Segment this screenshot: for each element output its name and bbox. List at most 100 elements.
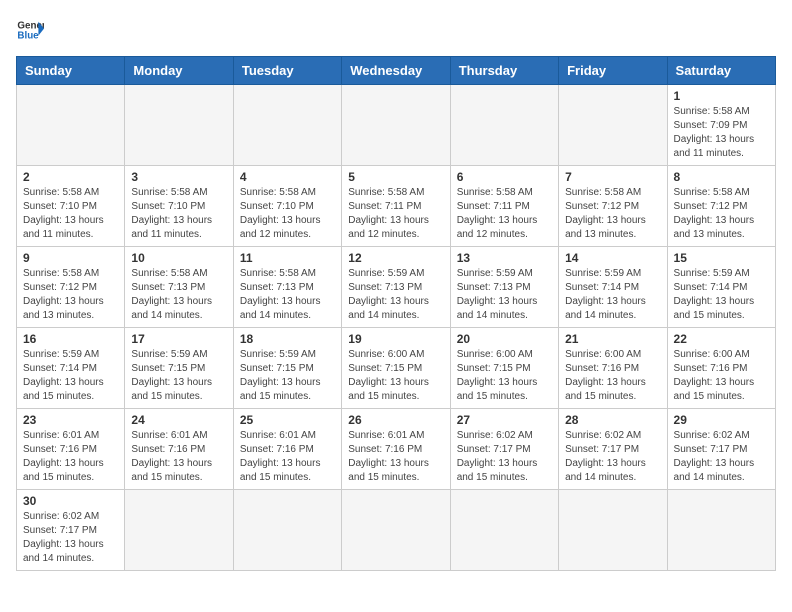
svg-text:Blue: Blue [17,30,39,41]
day-info: Sunrise: 5:58 AM Sunset: 7:12 PM Dayligh… [565,186,660,242]
weekday-header-friday: Friday [559,57,667,85]
day-info: Sunrise: 5:59 AM Sunset: 7:13 PM Dayligh… [457,267,552,323]
calendar-day-cell: 18 Sunrise: 5:59 AM Sunset: 7:15 PM Dayli… [233,328,341,409]
calendar-day-cell: 25 Sunrise: 6:01 AM Sunset: 7:16 PM Dayli… [233,409,341,490]
calendar-week-row: 2 Sunrise: 5:58 AM Sunset: 7:10 PM Daylig… [17,166,776,247]
calendar-day-cell: 21Sunrise: 6:00 AM Sunset: 7:16 PM Dayli… [559,328,667,409]
calendar-week-row: 16Sunrise: 5:59 AM Sunset: 7:14 PM Dayli… [17,328,776,409]
calendar-week-row: 30Sunrise: 6:02 AM Sunset: 7:17 PM Dayli… [17,490,776,571]
day-info: Sunrise: 6:02 AM Sunset: 7:17 PM Dayligh… [674,429,769,485]
day-number: 28 [565,413,660,427]
day-info: Sunrise: 6:02 AM Sunset: 7:17 PM Dayligh… [565,429,660,485]
day-number: 9 [23,251,118,265]
calendar-day-cell [17,85,125,166]
day-info: Sunrise: 5:59 AM Sunset: 7:13 PM Dayligh… [348,267,443,323]
calendar-day-cell [233,85,341,166]
weekday-header-wednesday: Wednesday [342,57,450,85]
day-info: Sunrise: 5:58 AM Sunset: 7:12 PM Dayligh… [674,186,769,242]
weekday-header-thursday: Thursday [450,57,558,85]
day-info: Sunrise: 5:59 AM Sunset: 7:14 PM Dayligh… [674,267,769,323]
logo-icon: General Blue [16,16,44,44]
day-number: 7 [565,170,660,184]
calendar-day-cell: 23 Sunrise: 6:01 AM Sunset: 7:16 PM Dayli… [17,409,125,490]
day-number: 2 [23,170,118,184]
calendar-day-cell: 11Sunrise: 5:58 AM Sunset: 7:13 PM Dayli… [233,247,341,328]
day-number: 3 [131,170,226,184]
day-number: 6 [457,170,552,184]
calendar-week-row: 1 Sunrise: 5:58 AM Sunset: 7:09 PM Daylig… [17,85,776,166]
day-number: 13 [457,251,552,265]
calendar-day-cell: 30Sunrise: 6:02 AM Sunset: 7:17 PM Dayli… [17,490,125,571]
day-number: 4 [240,170,335,184]
page-header: General Blue [16,16,776,44]
day-number: 12 [348,251,443,265]
day-number: 23 [23,413,118,427]
calendar-day-cell [233,490,341,571]
day-number: 22 [674,332,769,346]
calendar-day-cell: 13 Sunrise: 5:59 AM Sunset: 7:13 PM Dayli… [450,247,558,328]
calendar-day-cell: 10Sunrise: 5:58 AM Sunset: 7:13 PM Dayli… [125,247,233,328]
day-info: Sunrise: 5:59 AM Sunset: 7:14 PM Dayligh… [565,267,660,323]
day-info: Sunrise: 5:58 AM Sunset: 7:11 PM Dayligh… [348,186,443,242]
calendar-day-cell [450,85,558,166]
calendar-day-cell: 3 Sunrise: 5:58 AM Sunset: 7:10 PM Daylig… [125,166,233,247]
calendar-day-cell: 29 Sunrise: 6:02 AM Sunset: 7:17 PM Dayli… [667,409,775,490]
calendar-day-cell [342,85,450,166]
calendar-day-cell: 4 Sunrise: 5:58 AM Sunset: 7:10 PM Daylig… [233,166,341,247]
calendar-day-cell: 26 Sunrise: 6:01 AM Sunset: 7:16 PM Dayli… [342,409,450,490]
day-number: 16 [23,332,118,346]
calendar-day-cell [559,85,667,166]
day-number: 5 [348,170,443,184]
day-info: Sunrise: 5:58 AM Sunset: 7:10 PM Dayligh… [23,186,118,242]
day-info: Sunrise: 6:01 AM Sunset: 7:16 PM Dayligh… [348,429,443,485]
day-info: Sunrise: 6:01 AM Sunset: 7:16 PM Dayligh… [240,429,335,485]
calendar-day-cell [342,490,450,571]
day-number: 18 [240,332,335,346]
day-info: Sunrise: 5:58 AM Sunset: 7:10 PM Dayligh… [131,186,226,242]
calendar-day-cell: 6 Sunrise: 5:58 AM Sunset: 7:11 PM Daylig… [450,166,558,247]
day-info: Sunrise: 6:02 AM Sunset: 7:17 PM Dayligh… [457,429,552,485]
calendar-day-cell: 7 Sunrise: 5:58 AM Sunset: 7:12 PM Daylig… [559,166,667,247]
day-number: 15 [674,251,769,265]
calendar-day-cell: 28 Sunrise: 6:02 AM Sunset: 7:17 PM Dayli… [559,409,667,490]
day-info: Sunrise: 5:58 AM Sunset: 7:10 PM Dayligh… [240,186,335,242]
calendar-day-cell: 8 Sunrise: 5:58 AM Sunset: 7:12 PM Daylig… [667,166,775,247]
day-info: Sunrise: 5:59 AM Sunset: 7:15 PM Dayligh… [240,348,335,404]
calendar-day-cell [125,490,233,571]
calendar-day-cell: 17Sunrise: 5:59 AM Sunset: 7:15 PM Dayli… [125,328,233,409]
weekday-header-sunday: Sunday [17,57,125,85]
day-number: 30 [23,494,118,508]
calendar-day-cell [450,490,558,571]
logo: General Blue [16,16,44,44]
calendar-day-cell: 22 Sunrise: 6:00 AM Sunset: 7:16 PM Dayli… [667,328,775,409]
weekday-header-saturday: Saturday [667,57,775,85]
day-info: Sunrise: 5:58 AM Sunset: 7:11 PM Dayligh… [457,186,552,242]
day-number: 8 [674,170,769,184]
calendar-day-cell: 20Sunrise: 6:00 AM Sunset: 7:15 PM Dayli… [450,328,558,409]
day-number: 27 [457,413,552,427]
day-info: Sunrise: 6:00 AM Sunset: 7:16 PM Dayligh… [674,348,769,404]
day-number: 1 [674,89,769,103]
weekday-header-tuesday: Tuesday [233,57,341,85]
calendar-day-cell: 16Sunrise: 5:59 AM Sunset: 7:14 PM Dayli… [17,328,125,409]
day-info: Sunrise: 6:00 AM Sunset: 7:16 PM Dayligh… [565,348,660,404]
day-number: 25 [240,413,335,427]
day-info: Sunrise: 5:58 AM Sunset: 7:09 PM Dayligh… [674,105,769,161]
day-info: Sunrise: 5:58 AM Sunset: 7:12 PM Dayligh… [23,267,118,323]
calendar-day-cell: 19Sunrise: 6:00 AM Sunset: 7:15 PM Dayli… [342,328,450,409]
day-number: 24 [131,413,226,427]
day-info: Sunrise: 6:01 AM Sunset: 7:16 PM Dayligh… [23,429,118,485]
day-info: Sunrise: 6:01 AM Sunset: 7:16 PM Dayligh… [131,429,226,485]
day-number: 10 [131,251,226,265]
day-info: Sunrise: 5:59 AM Sunset: 7:15 PM Dayligh… [131,348,226,404]
weekday-header-row: SundayMondayTuesdayWednesdayThursdayFrid… [17,57,776,85]
calendar-day-cell: 15 Sunrise: 5:59 AM Sunset: 7:14 PM Dayli… [667,247,775,328]
calendar-day-cell: 27 Sunrise: 6:02 AM Sunset: 7:17 PM Dayli… [450,409,558,490]
calendar-day-cell: 9 Sunrise: 5:58 AM Sunset: 7:12 PM Daylig… [17,247,125,328]
day-number: 26 [348,413,443,427]
day-number: 29 [674,413,769,427]
day-number: 11 [240,251,335,265]
calendar-day-cell: 14Sunrise: 5:59 AM Sunset: 7:14 PM Dayli… [559,247,667,328]
calendar-day-cell: 2 Sunrise: 5:58 AM Sunset: 7:10 PM Daylig… [17,166,125,247]
calendar-day-cell: 12 Sunrise: 5:59 AM Sunset: 7:13 PM Dayli… [342,247,450,328]
